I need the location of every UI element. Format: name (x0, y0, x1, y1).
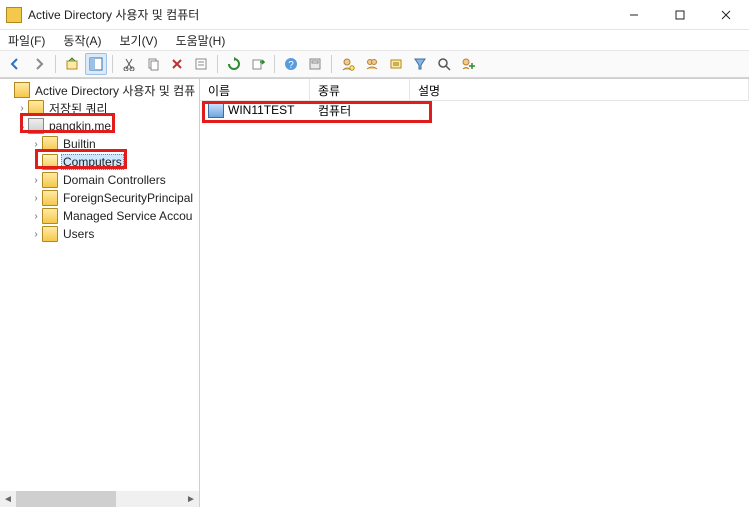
column-description[interactable]: 설명 (410, 79, 749, 100)
expand-icon[interactable]: › (30, 211, 42, 222)
tree-label: Managed Service Accou (61, 209, 194, 223)
properties-button[interactable] (190, 53, 212, 75)
list-header: 이름 종류 설명 (200, 79, 749, 101)
folder-icon (42, 208, 58, 224)
expand-icon[interactable]: › (16, 103, 28, 114)
title-bar: Active Directory 사용자 및 컴퓨터 (0, 0, 749, 30)
folder-open-icon (42, 154, 58, 170)
tree-label: Computers (61, 154, 124, 170)
new-user-icon[interactable] (337, 53, 359, 75)
toolbar-separator (274, 55, 275, 73)
up-button[interactable] (61, 53, 83, 75)
expand-icon[interactable]: › (30, 229, 42, 240)
root-icon (14, 82, 30, 98)
close-button[interactable] (703, 0, 749, 29)
toolbar-separator (112, 55, 113, 73)
copy-button[interactable] (142, 53, 164, 75)
window-buttons (611, 0, 749, 29)
toolbar: ? (0, 50, 749, 78)
export-button[interactable] (247, 53, 269, 75)
tree-saved-queries[interactable]: › 저장된 쿼리 (2, 99, 199, 117)
domain-icon (28, 118, 44, 134)
scroll-left-arrow[interactable]: ◄ (0, 491, 16, 507)
forward-button[interactable] (28, 53, 50, 75)
tree-label: ForeignSecurityPrincipal (61, 191, 195, 205)
tree-builtin[interactable]: › Builtin (2, 135, 199, 153)
cell-name: WIN11TEST (200, 102, 310, 118)
folder-icon (42, 172, 58, 188)
scroll-right-arrow[interactable]: ► (183, 491, 199, 507)
menu-bar: 파일(F) 동작(A) 보기(V) 도움말(H) (0, 30, 749, 50)
maximize-button[interactable] (657, 0, 703, 29)
new-ou-icon[interactable] (385, 53, 407, 75)
cut-button[interactable] (118, 53, 140, 75)
tree-computers[interactable]: Computers (2, 153, 199, 171)
tree-root-label: Active Directory 사용자 및 컴퓨 (33, 82, 197, 99)
expand-icon[interactable]: › (30, 193, 42, 204)
tree-pane: Active Directory 사용자 및 컴퓨 › 저장된 쿼리 ⌄ pan… (0, 79, 200, 507)
tree-domain-controllers[interactable]: › Domain Controllers (2, 171, 199, 189)
tree-label: Users (61, 227, 96, 241)
folder-icon (42, 190, 58, 206)
new-group-icon[interactable] (361, 53, 383, 75)
minimize-button[interactable] (611, 0, 657, 29)
window-title: Active Directory 사용자 및 컴퓨터 (28, 6, 611, 23)
column-type[interactable]: 종류 (310, 79, 410, 100)
tree-managed-service[interactable]: › Managed Service Accou (2, 207, 199, 225)
tree-label: Domain Controllers (61, 173, 168, 187)
tree-domain[interactable]: ⌄ pangkin.me (2, 117, 199, 135)
tree-domain-label: pangkin.me (47, 119, 113, 133)
menu-help[interactable]: 도움말(H) (174, 31, 228, 50)
toolbar-separator (217, 55, 218, 73)
menu-action[interactable]: 동작(A) (61, 31, 103, 50)
tree-foreign-security[interactable]: › ForeignSecurityPrincipal (2, 189, 199, 207)
find-button[interactable] (304, 53, 326, 75)
delete-button[interactable] (166, 53, 188, 75)
row-name-text: WIN11TEST (228, 103, 294, 117)
list-row[interactable]: WIN11TEST 컴퓨터 (200, 101, 749, 119)
tree-label: Builtin (61, 137, 98, 151)
menu-file[interactable]: 파일(F) (6, 31, 47, 50)
add-member-icon[interactable] (457, 53, 479, 75)
back-button[interactable] (4, 53, 26, 75)
collapse-icon[interactable]: ⌄ (16, 121, 28, 132)
folder-icon (28, 100, 44, 116)
cell-type: 컴퓨터 (310, 102, 410, 119)
tree-users[interactable]: › Users (2, 225, 199, 243)
tree-horizontal-scrollbar[interactable]: ◄ ► (0, 491, 199, 507)
expand-icon[interactable]: › (30, 139, 42, 150)
help-button[interactable]: ? (280, 53, 302, 75)
search-icon[interactable] (433, 53, 455, 75)
scroll-track[interactable] (16, 491, 183, 507)
refresh-button[interactable] (223, 53, 245, 75)
folder-icon (42, 136, 58, 152)
scroll-thumb[interactable] (16, 491, 116, 507)
column-name[interactable]: 이름 (200, 79, 310, 100)
list-pane: 이름 종류 설명 WIN11TEST 컴퓨터 (200, 79, 749, 507)
show-hide-tree-button[interactable] (85, 53, 107, 75)
menu-view[interactable]: 보기(V) (117, 31, 159, 50)
app-icon (6, 7, 22, 23)
toolbar-separator (55, 55, 56, 73)
filter-icon[interactable] (409, 53, 431, 75)
svg-text:?: ? (288, 60, 294, 71)
expand-icon[interactable]: › (30, 175, 42, 186)
tree-root[interactable]: Active Directory 사용자 및 컴퓨 (2, 81, 199, 99)
tree-label: 저장된 쿼리 (47, 100, 110, 117)
folder-icon (42, 226, 58, 242)
toolbar-separator (331, 55, 332, 73)
content-panes: Active Directory 사용자 및 컴퓨 › 저장된 쿼리 ⌄ pan… (0, 78, 749, 507)
computer-icon (208, 102, 224, 118)
